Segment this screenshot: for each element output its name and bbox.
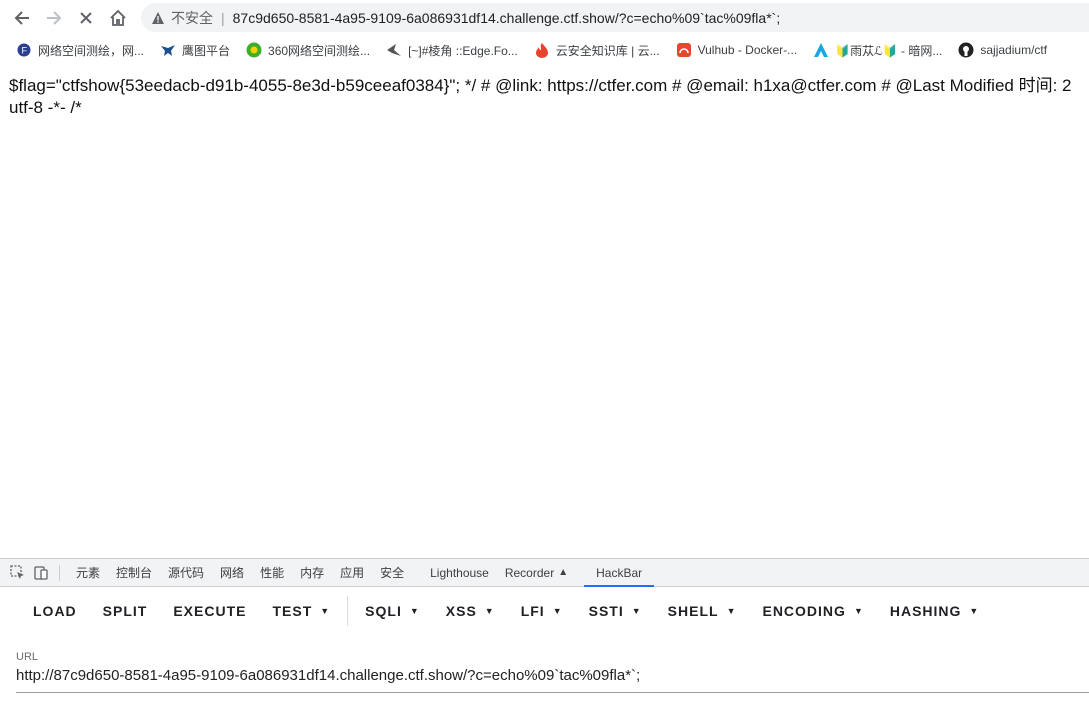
forward-button[interactable] <box>42 6 66 30</box>
fofa-icon: F <box>16 42 32 58</box>
tab-recorder-label: Recorder <box>504 565 555 580</box>
tab-divider <box>59 564 60 581</box>
ssti-label: SSTI <box>588 603 624 619</box>
split-button[interactable]: SPLIT <box>90 587 161 635</box>
ssti-dropdown[interactable]: SSTI ▼ <box>576 587 655 635</box>
tab-recorder[interactable]: Recorder ▲ <box>497 559 576 586</box>
bookmark-lengjiao[interactable]: [~]#棱角 ::Edge.Fo... <box>386 42 518 59</box>
address-bar[interactable]: 不安全 | 87c9d650-8581-4a95-9109-6a086931df… <box>141 3 1089 32</box>
tent-icon <box>813 42 829 58</box>
lfi-dropdown[interactable]: LFI ▼ <box>508 587 576 635</box>
tab-security[interactable]: 安全 <box>372 559 412 586</box>
vulhub-icon <box>676 42 692 58</box>
devtools-tab-bar: 元素 控制台 源代码 网络 性能 内存 应用 安全 Lighthouse Rec… <box>0 559 1089 587</box>
dropdown-caret-icon: ▼ <box>853 606 864 616</box>
svg-text:F: F <box>22 46 28 56</box>
dropdown-caret-icon: ▼ <box>409 606 420 616</box>
dropdown-caret-icon: ▼ <box>631 606 642 616</box>
inspect-element-icon[interactable] <box>9 565 25 581</box>
load-button[interactable]: LOAD <box>20 587 90 635</box>
encoding-dropdown[interactable]: ENCODING ▼ <box>749 587 876 635</box>
tab-network[interactable]: 网络 <box>212 559 252 586</box>
bookmark-360[interactable]: 360网络空间测绘... <box>246 42 370 59</box>
bookmark-vulhub[interactable]: Vulhub - Docker-... <box>676 42 798 58</box>
dropdown-caret-icon: ▼ <box>969 606 980 616</box>
bookmark-label: 云安全知识库 | 云... <box>555 43 660 58</box>
execute-label: EXECUTE <box>173 603 247 619</box>
xss-label: XSS <box>445 603 477 619</box>
lfi-label: LFI <box>520 603 545 619</box>
xss-dropdown[interactable]: XSS ▼ <box>433 587 508 635</box>
devtools-panel: 元素 控制台 源代码 网络 性能 内存 应用 安全 Lighthouse Rec… <box>0 558 1089 723</box>
bookmark-label: 🔰雨苁ℒ🔰 - 暗网... <box>835 43 943 58</box>
hackbar-toolbar: LOAD SPLIT EXECUTE TEST ▼ SQLI ▼ XSS ▼ LFI ▼… <box>0 587 1089 635</box>
close-icon <box>80 12 92 24</box>
toolbar-divider <box>347 596 349 626</box>
browser-toolbar: 不安全 | 87c9d650-8581-4a95-9109-6a086931df… <box>0 0 1089 35</box>
home-button[interactable] <box>106 6 130 30</box>
sqli-dropdown[interactable]: SQLI ▼ <box>352 587 433 635</box>
tab-application[interactable]: 应用 <box>332 559 372 586</box>
bird-icon <box>386 42 402 58</box>
flask-icon: ▲ <box>558 567 569 578</box>
tab-sources[interactable]: 源代码 <box>160 559 212 586</box>
sqli-label: SQLI <box>365 603 402 619</box>
dropdown-caret-icon: ▼ <box>552 606 563 616</box>
url-field-label: URL <box>16 651 39 663</box>
device-toolbar-icon[interactable] <box>33 565 49 581</box>
dropdown-caret-icon: ▼ <box>726 606 737 616</box>
shell-dropdown[interactable]: SHELL ▼ <box>655 587 750 635</box>
test-label: TEST <box>272 603 313 619</box>
split-label: SPLIT <box>102 603 148 619</box>
tab-performance[interactable]: 性能 <box>252 559 292 586</box>
eagle-icon <box>160 42 176 58</box>
execute-button[interactable]: EXECUTE <box>160 587 259 635</box>
hashing-dropdown[interactable]: HASHING ▼ <box>877 587 992 635</box>
encoding-label: ENCODING <box>762 603 846 619</box>
bookmark-label: [~]#棱角 ::Edge.Fo... <box>408 43 518 58</box>
bookmark-label: Vulhub - Docker-... <box>697 43 798 57</box>
back-arrow-icon <box>14 11 29 25</box>
360-icon <box>246 42 262 58</box>
tab-console[interactable]: 控制台 <box>108 559 160 586</box>
load-label: LOAD <box>33 603 77 619</box>
fire-icon <box>534 42 550 58</box>
home-icon <box>110 9 126 26</box>
dropdown-caret-icon: ▼ <box>484 606 495 616</box>
tab-hackbar[interactable]: HackBar <box>584 559 655 587</box>
github-icon <box>958 42 974 58</box>
bookmark-yucong[interactable]: 🔰雨苁ℒ🔰 - 暗网... <box>813 42 942 59</box>
bookmarks-bar: F 网络空间测绘，网... 鹰图平台 360网络空间测绘... [~]#棱角 :… <box>0 37 1089 63</box>
bookmark-label: sajjadium/ctf <box>980 43 1048 57</box>
bookmark-label: 网络空间测绘，网... <box>38 43 145 58</box>
bookmark-github[interactable]: sajjadium/ctf <box>958 42 1047 58</box>
hashing-label: HASHING <box>889 603 962 619</box>
bookmark-label: 360网络空间测绘... <box>268 43 371 58</box>
shell-label: SHELL <box>667 603 719 619</box>
tab-elements[interactable]: 元素 <box>68 559 108 586</box>
test-dropdown[interactable]: TEST ▼ <box>259 587 343 635</box>
address-url[interactable]: 87c9d650-8581-4a95-9109-6a086931df14.cha… <box>233 10 781 26</box>
bookmark-cloud-security[interactable]: 云安全知识库 | 云... <box>534 42 660 59</box>
bookmark-hunter[interactable]: 鹰图平台 <box>160 42 230 59</box>
back-button[interactable] <box>10 6 34 30</box>
security-label[interactable]: 不安全 <box>171 8 213 28</box>
bookmark-label: 鹰图平台 <box>182 43 231 58</box>
dropdown-caret-icon: ▼ <box>320 606 331 616</box>
warning-icon <box>151 11 165 25</box>
forward-arrow-icon <box>47 11 62 25</box>
stop-loading-button[interactable] <box>74 6 98 30</box>
bookmark-fofa[interactable]: F 网络空间测绘，网... <box>16 42 144 59</box>
url-input[interactable]: http://87c9d650-8581-4a95-9109-6a086931d… <box>16 667 1089 693</box>
tab-memory[interactable]: 内存 <box>292 559 332 586</box>
tab-lighthouse[interactable]: Lighthouse <box>422 559 497 586</box>
address-separator: | <box>221 9 225 26</box>
page-output-text: $flag="ctfshow{53eedacb-d91b-4055-8e3d-b… <box>9 76 1072 117</box>
